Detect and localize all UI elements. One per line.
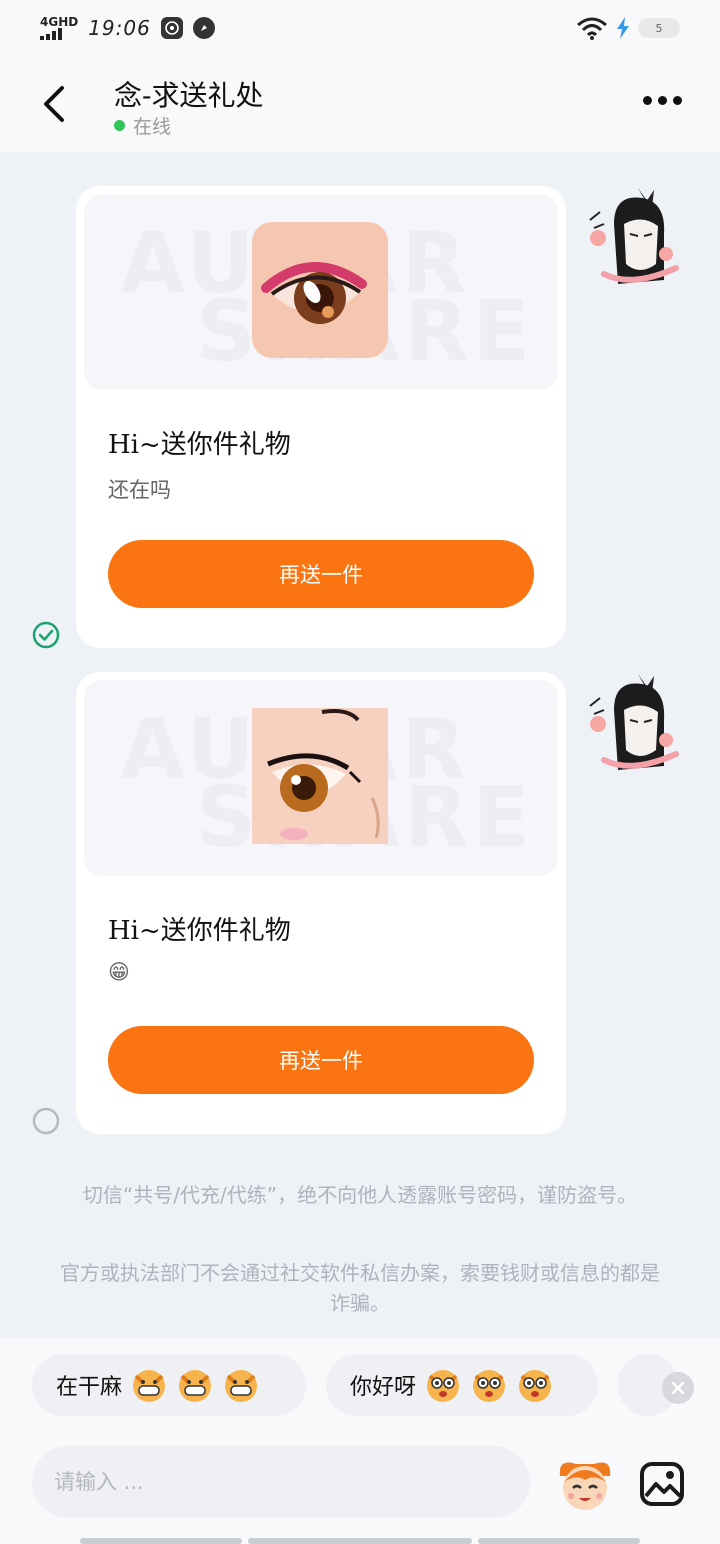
close-icon (671, 1381, 685, 1395)
message-input[interactable] (32, 1446, 530, 1518)
keyboard-strip (248, 1538, 472, 1544)
back-button[interactable] (36, 82, 76, 126)
network-type: 4GHD (40, 15, 79, 29)
check-icon[interactable] (32, 621, 60, 649)
quick-reply-text: 在干麻 (56, 1375, 123, 1400)
quick-reply-text: 你好呀 (350, 1375, 417, 1400)
keyboard-strip (80, 1538, 242, 1544)
status-right: 5 (576, 16, 680, 40)
app-notification-icon (160, 17, 183, 39)
online-dot-icon (114, 120, 125, 131)
wow-emoji-icon (519, 1370, 552, 1402)
wow-emoji-icon (473, 1370, 506, 1402)
wifi-icon (577, 17, 607, 40)
gift-message-text: 😁 (108, 960, 130, 984)
close-quick-replies-button[interactable] (662, 1372, 694, 1404)
keyboard-strip (478, 1538, 640, 1544)
status-bar: 4GHD 19:06 5 (0, 0, 720, 56)
security-notice: 切信“共号/代充/代练”，绝不向他人透露账号密码，谨防盗号。 (82, 1183, 638, 1207)
select-circle-icon[interactable] (32, 1107, 60, 1135)
resend-gift-button[interactable]: 再送一件 (108, 1026, 534, 1094)
composer-panel: 在干麻 你好呀 (0, 1338, 720, 1544)
grin-emoji-icon (225, 1370, 258, 1402)
charging-icon (617, 17, 629, 39)
presence-status: 在线 (114, 112, 171, 139)
grin-emoji-icon (179, 1370, 212, 1402)
status-left: 4GHD 19:06 (40, 16, 215, 40)
signal-icon (40, 28, 78, 40)
network-indicator: 4GHD (40, 16, 78, 40)
gift-message-title: Hi~送你件礼物 (108, 430, 291, 460)
emoji-picker-button[interactable] (554, 1454, 616, 1516)
chat-title: 念-求送礼处 (114, 79, 264, 112)
gift-preview: AUDAR SHARE (84, 194, 558, 390)
gift-image-eye-makeup (252, 222, 388, 358)
gift-message-text: 还在吗 (108, 478, 171, 502)
chat-header: 念-求送礼处 在线 (0, 56, 720, 152)
quick-reply-chip[interactable]: 在干麻 (32, 1354, 306, 1416)
gift-message-card: AUDAR SHARE Hi~送你件礼物 还在吗 再送一件 (76, 186, 566, 648)
gift-image-eye (252, 708, 388, 844)
battery-icon: 5 (638, 18, 680, 38)
presence-label: 在线 (133, 116, 172, 138)
fraud-notice: 官方或执法部门不会通过社交软件私信办案，索要钱财或信息的都是诈骗。 (60, 1261, 660, 1315)
grin-emoji-icon (133, 1370, 166, 1402)
quick-reply-chip[interactable]: 你好呀 (326, 1354, 598, 1416)
compass-notification-icon (192, 17, 215, 39)
image-picker-button[interactable] (638, 1460, 686, 1508)
gift-message-title: Hi~送你件礼物 (108, 916, 291, 946)
dot (643, 96, 652, 105)
chevron-left-icon (44, 86, 64, 122)
battery-level: 5 (655, 21, 663, 35)
gift-message-card: AUDAR SHARE Hi~送你件礼物 😁 再送一件 (76, 672, 566, 1134)
dot (673, 96, 682, 105)
dot (658, 96, 667, 105)
clock: 19:06 (88, 16, 151, 40)
more-options-button[interactable] (643, 96, 682, 105)
user-avatar[interactable] (584, 670, 680, 774)
user-avatar[interactable] (584, 184, 680, 288)
gift-preview: AUDAR SHARE (84, 680, 558, 876)
wow-emoji-icon (427, 1370, 460, 1402)
resend-gift-button[interactable]: 再送一件 (108, 540, 534, 608)
